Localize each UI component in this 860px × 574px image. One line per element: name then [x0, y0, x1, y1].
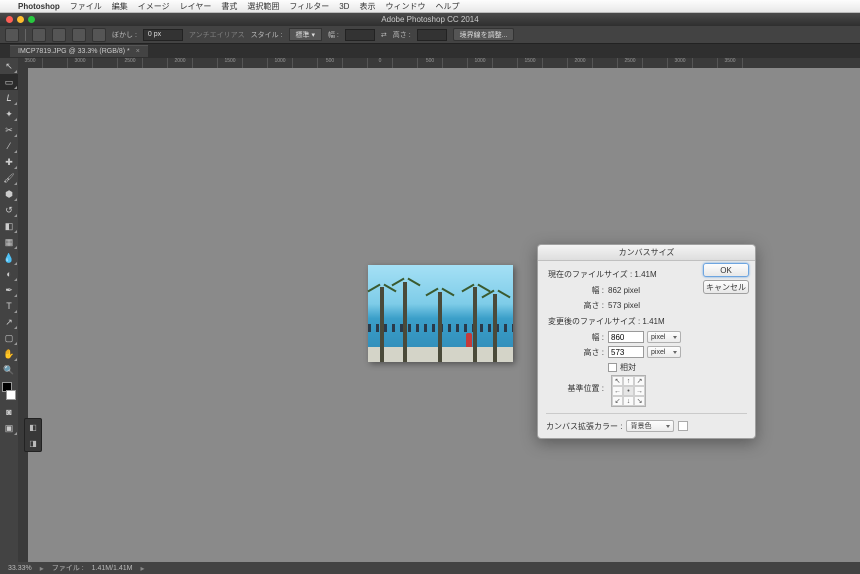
new-width-input[interactable]	[608, 331, 644, 343]
type-tool-icon[interactable]: T	[0, 298, 18, 314]
menu-view[interactable]: 表示	[359, 1, 375, 12]
tool-preset-icon[interactable]	[5, 28, 19, 42]
feather-input[interactable]	[143, 29, 183, 41]
marquee-sub-icon[interactable]	[72, 28, 86, 42]
document-tabs: IMCP7819.JPG @ 33.3% (RGB/8) *	[0, 44, 860, 58]
canvas-size-dialog: カンバスサイズ OK キャンセル 現在のファイルサイズ : 1.41M 幅 :8…	[537, 244, 756, 439]
app-title-bar: Adobe Photoshop CC 2014	[0, 13, 860, 26]
options-bar: ぼかし : アンチエイリアス スタイル : 標準 ▾ 幅 : ⇄ 高さ : 境界…	[0, 26, 860, 44]
menu-type[interactable]: 書式	[221, 1, 237, 12]
menu-help[interactable]: ヘルプ	[435, 1, 459, 12]
marquee-int-icon[interactable]	[92, 28, 106, 42]
menu-app[interactable]: Photoshop	[18, 2, 60, 11]
feather-label: ぼかし :	[112, 30, 137, 40]
extension-color-select[interactable]: 背景色	[626, 420, 674, 432]
new-size-label: 変更後のファイルサイズ : 1.41M	[548, 316, 747, 327]
chevron-right-icon[interactable]: ▸	[40, 564, 44, 573]
menu-filter[interactable]: フィルター	[289, 1, 329, 12]
path-tool-icon[interactable]: ↗	[0, 314, 18, 330]
wand-tool-icon[interactable]: ✦	[0, 106, 18, 122]
blur-tool-icon[interactable]: 💧	[0, 250, 18, 266]
eyedropper-tool-icon[interactable]: ⁄	[0, 138, 18, 154]
menu-select[interactable]: 選択範囲	[247, 1, 279, 12]
new-height-input[interactable]	[608, 346, 644, 358]
extension-color-swatch[interactable]	[678, 421, 688, 431]
height-label: 高さ :	[393, 30, 411, 40]
ruler-horizontal: 3500300025002000150010005000500100015002…	[18, 58, 860, 68]
zoom-value[interactable]: 33.33%	[8, 565, 32, 572]
menu-file[interactable]: ファイル	[70, 1, 102, 12]
style-label: スタイル :	[251, 30, 283, 40]
screenmode-icon[interactable]: ▣	[0, 420, 18, 436]
quickmask-icon[interactable]: ◙	[0, 404, 18, 420]
marquee-add-icon[interactable]	[52, 28, 66, 42]
chevron-right-icon[interactable]: ▸	[141, 564, 145, 573]
menu-3d[interactable]: 3D	[339, 2, 349, 11]
color-swatch[interactable]	[2, 382, 16, 400]
panel-icon-1[interactable]: ◧	[25, 419, 41, 435]
canvas-image[interactable]	[368, 265, 513, 362]
menu-edit[interactable]: 編集	[112, 1, 128, 12]
gradient-tool-icon[interactable]: ▦	[0, 234, 18, 250]
refine-edge-button[interactable]: 境界線を調整...	[453, 28, 515, 41]
anchor-label: 基準位置 :	[546, 375, 608, 394]
brush-tool-icon[interactable]: 🖌	[0, 170, 18, 186]
cur-width-label: 幅 :	[546, 285, 608, 296]
relative-checkbox[interactable]	[608, 363, 617, 372]
move-tool-icon[interactable]: ↖	[0, 58, 18, 74]
height-unit-select[interactable]: pixel	[647, 346, 681, 358]
antialias-label: アンチエイリアス	[189, 30, 245, 40]
width-input[interactable]	[345, 29, 375, 41]
panel-icon-2[interactable]: ◨	[25, 435, 41, 451]
width-label: 幅 :	[328, 30, 339, 40]
pen-tool-icon[interactable]: ✒	[0, 282, 18, 298]
file-size-value: 1.41M/1.41M	[92, 565, 133, 572]
new-height-label: 高さ :	[546, 347, 608, 358]
heal-tool-icon[interactable]: ✚	[0, 154, 18, 170]
ok-button[interactable]: OK	[703, 263, 749, 277]
history-brush-icon[interactable]: ↺	[0, 202, 18, 218]
dialog-title: カンバスサイズ	[538, 245, 755, 261]
mac-menu-bar: Photoshop ファイル 編集 イメージ レイヤー 書式 選択範囲 フィルタ…	[0, 0, 860, 13]
marquee-rect-icon[interactable]	[32, 28, 46, 42]
lasso-tool-icon[interactable]: 𝘓	[0, 90, 18, 106]
hand-tool-icon[interactable]: ✋	[0, 346, 18, 362]
new-width-label: 幅 :	[546, 332, 608, 343]
app-title: Adobe Photoshop CC 2014	[381, 15, 478, 24]
menu-layer[interactable]: レイヤー	[180, 1, 212, 12]
cur-height-value: 573 pixel	[608, 301, 640, 310]
window-minimize-icon[interactable]	[17, 16, 24, 23]
eraser-tool-icon[interactable]: ◧	[0, 218, 18, 234]
style-select[interactable]: 標準 ▾	[289, 28, 322, 41]
width-unit-select[interactable]: pixel	[647, 331, 681, 343]
file-size-label: ファイル :	[52, 563, 84, 573]
menu-window[interactable]: ウィンドウ	[385, 1, 425, 12]
document-tab[interactable]: IMCP7819.JPG @ 33.3% (RGB/8) *	[10, 45, 148, 57]
shape-tool-icon[interactable]: ▢	[0, 330, 18, 346]
cur-height-label: 高さ :	[546, 300, 608, 311]
collapsed-panel[interactable]: ◧ ◨	[24, 418, 42, 452]
window-close-icon[interactable]	[6, 16, 13, 23]
tools-panel: ↖ ▭ 𝘓 ✦ ✂ ⁄ ✚ 🖌 ⬢ ↺ ◧ ▦ 💧 ◐ ✒ T ↗ ▢ ✋ 🔍 …	[0, 58, 18, 562]
zoom-tool-icon[interactable]: 🔍	[0, 362, 18, 378]
dodge-tool-icon[interactable]: ◐	[0, 266, 18, 282]
cur-width-value: 862 pixel	[608, 286, 640, 295]
ruler-vertical	[18, 68, 28, 562]
menu-image[interactable]: イメージ	[138, 1, 170, 12]
status-bar: 33.33% ▸ ファイル : 1.41M/1.41M ▸	[0, 562, 860, 574]
crop-tool-icon[interactable]: ✂	[0, 122, 18, 138]
anchor-grid[interactable]: ↖↑↗ ←•→ ↙↓↘	[611, 375, 646, 407]
marquee-tool-icon[interactable]: ▭	[0, 74, 18, 90]
extension-color-label: カンバス拡張カラー :	[546, 421, 622, 432]
cancel-button[interactable]: キャンセル	[703, 280, 749, 294]
relative-label: 相対	[620, 362, 636, 373]
swap-icon[interactable]: ⇄	[381, 31, 387, 39]
window-zoom-icon[interactable]	[28, 16, 35, 23]
height-input[interactable]	[417, 29, 447, 41]
stamp-tool-icon[interactable]: ⬢	[0, 186, 18, 202]
